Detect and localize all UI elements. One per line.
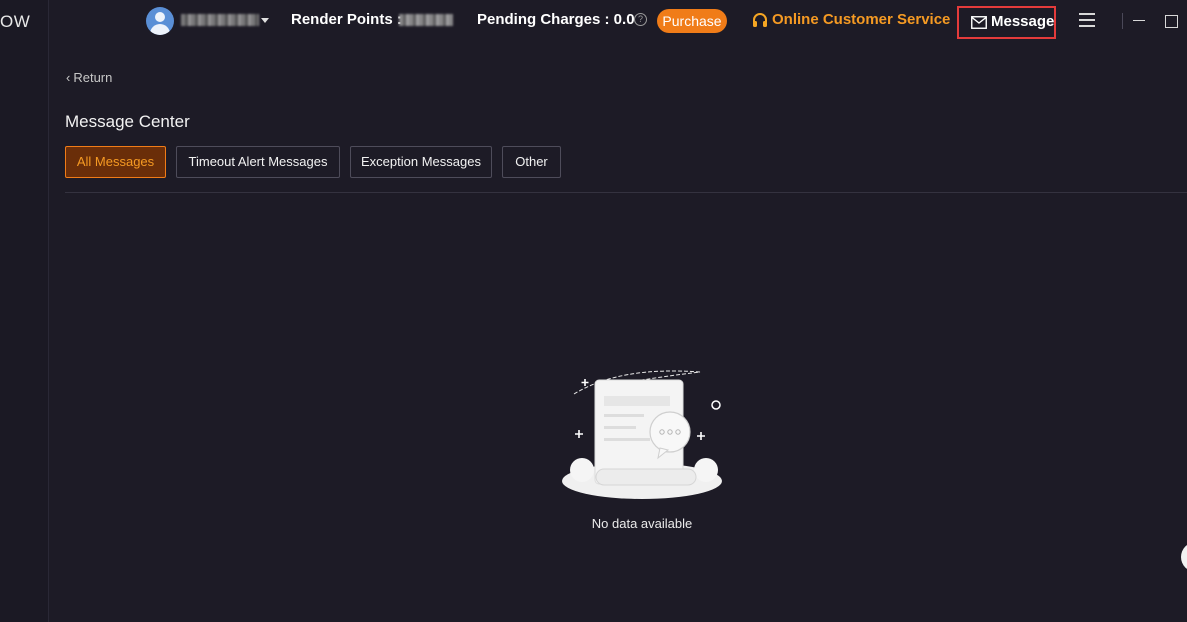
mail-icon [971, 16, 987, 29]
tab-exception-messages[interactable]: Exception Messages [350, 146, 492, 178]
floating-action-button[interactable] [1181, 542, 1187, 572]
purchase-button[interactable]: Purchase [657, 9, 727, 33]
content-divider [65, 192, 1187, 193]
username-redacted[interactable] [181, 14, 259, 26]
help-icon[interactable]: ? [634, 13, 647, 26]
message-label: Message [991, 13, 1055, 30]
empty-messages-icon [562, 370, 722, 499]
minimize-icon[interactable] [1133, 20, 1145, 21]
empty-state-text: No data available [591, 516, 693, 531]
caret-down-icon[interactable] [261, 18, 269, 23]
top-header: Render Points : Pending Charges : 0.0 ? … [0, 0, 1187, 42]
avatar-icon[interactable] [146, 7, 174, 35]
tab-all-messages[interactable]: All Messages [65, 146, 166, 178]
headset-icon [753, 13, 767, 27]
app-window: OW Render Points : Pending Charges : 0.0… [0, 0, 1187, 622]
page-title: Message Center [65, 112, 190, 131]
menu-icon[interactable] [1079, 13, 1095, 27]
maximize-icon[interactable] [1165, 15, 1178, 28]
left-rail: OW [0, 0, 49, 622]
pending-charges-label: Pending Charges : 0.0 [477, 11, 635, 28]
chevron-left-icon: ‹ [66, 70, 71, 85]
online-customer-service-link[interactable]: Online Customer Service [772, 11, 950, 28]
render-points-label: Render Points : [291, 11, 402, 28]
return-link[interactable]: ‹ Return [66, 70, 112, 85]
tab-other[interactable]: Other [502, 146, 561, 178]
tab-timeout-alert-messages[interactable]: Timeout Alert Messages [176, 146, 340, 178]
header-divider [1122, 13, 1123, 29]
return-label: Return [73, 70, 113, 85]
render-points-value-redacted [399, 14, 453, 26]
message-button[interactable]: Message [957, 6, 1056, 39]
